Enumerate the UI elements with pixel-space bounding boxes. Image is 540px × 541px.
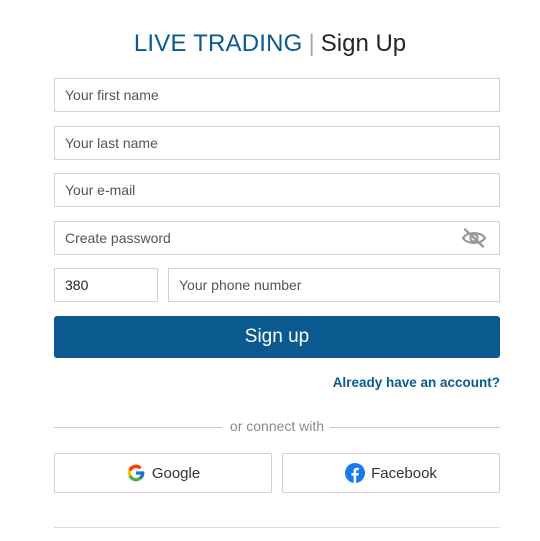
first-name-field-wrapper <box>54 78 500 112</box>
signup-page: LIVE TRADING|Sign Up Sign up Already hav… <box>0 0 540 541</box>
facebook-label: Facebook <box>371 464 437 482</box>
phone-input[interactable] <box>169 269 499 301</box>
password-input[interactable] <box>55 222 499 254</box>
title-action: Sign Up <box>320 30 407 57</box>
first-name-input[interactable] <box>55 79 499 111</box>
divider-line-right <box>330 427 500 428</box>
country-code-wrapper <box>54 268 158 302</box>
email-input[interactable] <box>55 174 499 206</box>
bottom-divider <box>54 527 500 528</box>
phone-field-wrapper <box>168 268 500 302</box>
country-code-input[interactable] <box>55 269 157 301</box>
already-have-account-link[interactable]: Already have an account? <box>333 375 500 390</box>
email-field-wrapper <box>54 173 500 207</box>
password-field-wrapper <box>54 221 500 255</box>
sign-up-button[interactable]: Sign up <box>54 316 500 358</box>
page-title: LIVE TRADING | Sign Up <box>0 30 540 58</box>
google-label: Google <box>151 464 201 482</box>
brand-name: LIVE TRADING <box>133 30 303 57</box>
facebook-login-button[interactable]: Facebook <box>282 453 500 493</box>
connect-divider: or connect with <box>54 417 500 437</box>
last-name-input[interactable] <box>55 127 499 159</box>
facebook-icon <box>345 463 366 483</box>
last-name-field-wrapper <box>54 126 500 160</box>
divider-text: or connect with <box>229 418 325 434</box>
eye-slash-icon[interactable] <box>461 227 487 249</box>
google-icon <box>126 463 146 483</box>
google-login-button[interactable]: Google <box>54 453 272 493</box>
title-separator: | <box>308 30 315 57</box>
